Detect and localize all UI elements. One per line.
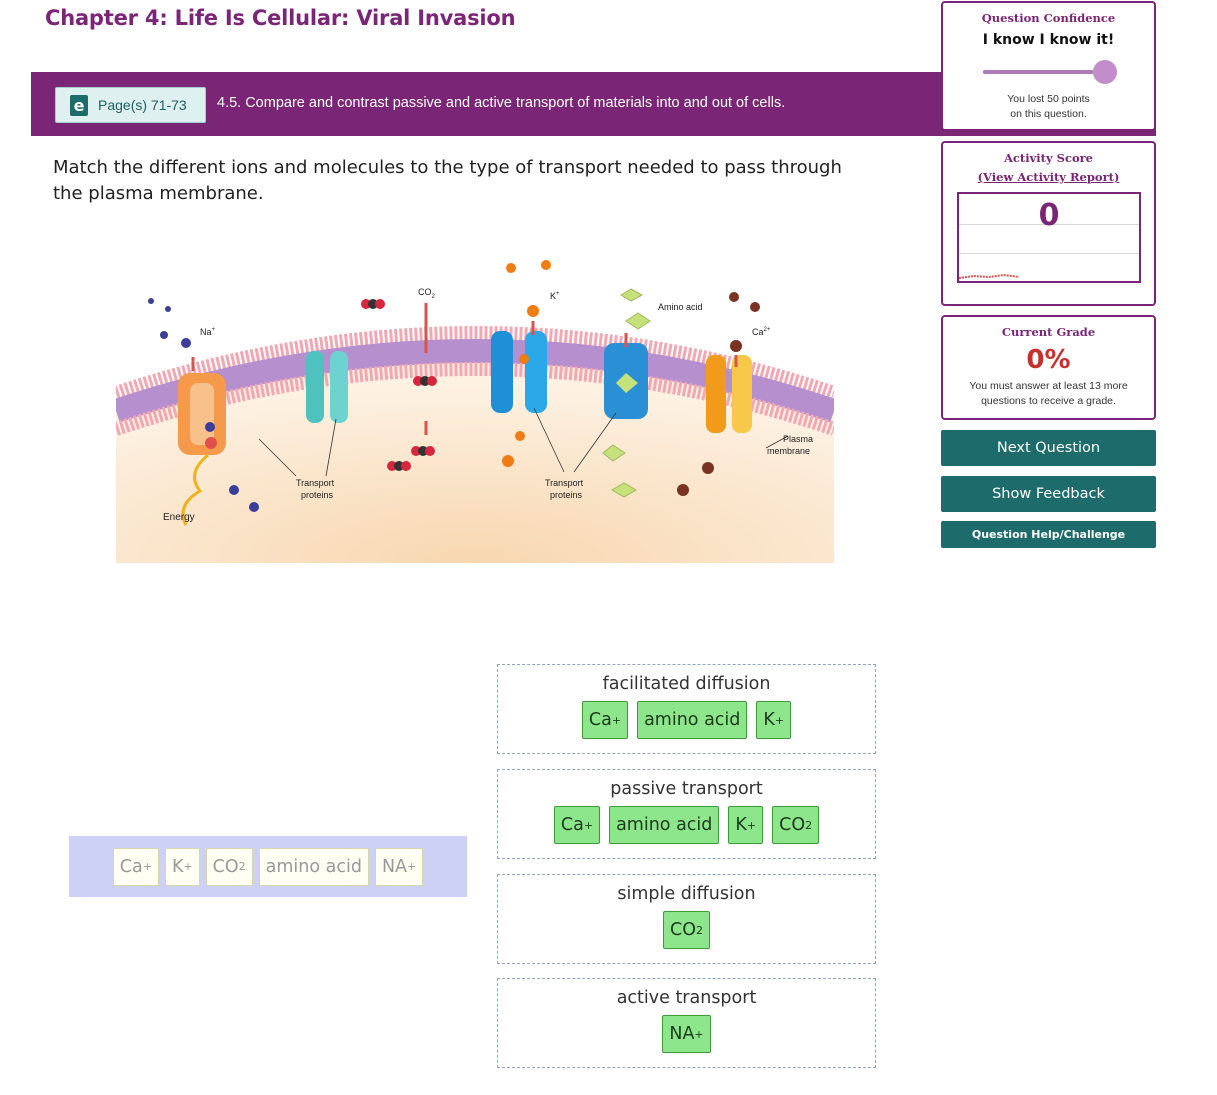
label-co2: CO2 xyxy=(418,287,436,300)
sodium-pump-protein xyxy=(178,373,226,455)
drop-zone-passive-transport[interactable]: passive transport Ca + amino acid K + CO 2 xyxy=(497,769,876,859)
chip-co2[interactable]: CO 2 xyxy=(205,847,253,886)
answer-bank: Ca + K + CO 2 amino acid NA + xyxy=(69,836,467,897)
confidence-note: You lost 50 points on this question. xyxy=(1007,93,1090,120)
label-transport-left-1: Transport xyxy=(296,478,335,488)
confidence-panel: Question Confidence I know I know it! Yo… xyxy=(941,1,1156,131)
label-energy: Energy xyxy=(163,512,195,523)
activity-score-value: 0 xyxy=(1038,198,1060,233)
chapter-title: Chapter 4: Life Is Cellular: Viral Invas… xyxy=(45,6,516,30)
label-k: K+ xyxy=(550,291,560,301)
activity-score-panel: Activity Score (View Activity Report) 0 xyxy=(941,141,1156,306)
chip-ca[interactable]: Ca + xyxy=(553,806,601,844)
activity-score-chart: 0 xyxy=(957,192,1141,283)
learning-objective: 4.5. Compare and contrast passive and ac… xyxy=(217,95,786,111)
drop-zone-facilitated-diffusion[interactable]: facilitated diffusion Ca + amino acid K + xyxy=(497,664,876,754)
chip-co2[interactable]: CO 2 xyxy=(663,911,710,949)
chip-amino-acid[interactable]: amino acid xyxy=(258,847,369,886)
confidence-title: Question Confidence xyxy=(981,11,1116,25)
confidence-slider[interactable] xyxy=(981,60,1117,84)
score-trend-line xyxy=(959,273,1020,279)
zone-chip-list: NA + xyxy=(498,1015,875,1053)
label-ca: Ca2+ xyxy=(752,327,771,337)
current-grade-value: 0% xyxy=(1026,345,1071,375)
zone-title: passive transport xyxy=(610,779,763,799)
current-grade-note: You must answer at least 13 more question… xyxy=(969,380,1128,407)
view-activity-report-link[interactable]: (View Activity Report) xyxy=(978,170,1120,184)
chart-gridline xyxy=(959,253,1139,254)
label-membrane: membrane xyxy=(767,446,810,456)
label-transport-left-2: proteins xyxy=(301,490,334,500)
question-prompt: Match the different ions and molecules t… xyxy=(53,157,842,204)
question-help-button[interactable]: Question Help/Challenge xyxy=(941,521,1156,548)
chip-ca[interactable]: Ca + xyxy=(581,701,629,739)
label-amino-acid: Amino acid xyxy=(658,302,703,312)
zone-chip-list: Ca + amino acid K + CO 2 xyxy=(498,806,875,844)
slider-thumb[interactable] xyxy=(1092,60,1117,84)
zone-title: active transport xyxy=(616,988,757,1008)
label-na: Na+ xyxy=(200,327,216,337)
zone-title: facilitated diffusion xyxy=(602,674,771,694)
chip-amino-acid[interactable]: amino acid xyxy=(637,701,748,739)
ebook-icon: e xyxy=(70,94,88,116)
chip-co2[interactable]: CO 2 xyxy=(772,806,820,844)
zone-chip-list: CO 2 xyxy=(498,911,875,949)
confidence-value: I know I know it! xyxy=(982,32,1115,48)
current-grade-title: Current Grade xyxy=(1001,325,1096,339)
chip-amino-acid[interactable]: amino acid xyxy=(609,806,720,844)
activity-score-title: Activity Score xyxy=(1003,151,1093,165)
label-transport-right-1: Transport xyxy=(545,478,584,488)
zone-title: simple diffusion xyxy=(617,884,756,904)
zone-chip-list: Ca + amino acid K + xyxy=(498,701,875,739)
page-reference-button[interactable]: e Page(s) 71-73 xyxy=(55,87,206,123)
chip-k[interactable]: K + xyxy=(728,806,764,844)
chip-ca[interactable]: Ca + xyxy=(112,847,159,886)
chip-na[interactable]: NA + xyxy=(662,1015,711,1053)
amino-acid-carrier-protein xyxy=(604,343,648,419)
label-plasma: Plasma xyxy=(783,434,813,444)
drop-zone-simple-diffusion[interactable]: simple diffusion CO 2 xyxy=(497,874,876,964)
current-grade-panel: Current Grade 0% You must answer at leas… xyxy=(941,315,1156,420)
label-transport-right-2: proteins xyxy=(550,490,583,500)
chip-k[interactable]: K + xyxy=(164,847,200,886)
show-feedback-button[interactable]: Show Feedback xyxy=(941,476,1156,512)
slider-fill xyxy=(982,70,1093,74)
chip-na[interactable]: NA + xyxy=(374,847,424,886)
drop-zone-active-transport[interactable]: active transport NA + xyxy=(497,978,876,1068)
membrane-transport-figure: Na+ CO2 K+ Amino acid Ca2+ Plasma membra… xyxy=(116,260,834,563)
chip-k[interactable]: K + xyxy=(756,701,792,739)
next-question-button[interactable]: Next Question xyxy=(941,430,1156,466)
page-reference-label: Page(s) 71-73 xyxy=(98,97,187,113)
